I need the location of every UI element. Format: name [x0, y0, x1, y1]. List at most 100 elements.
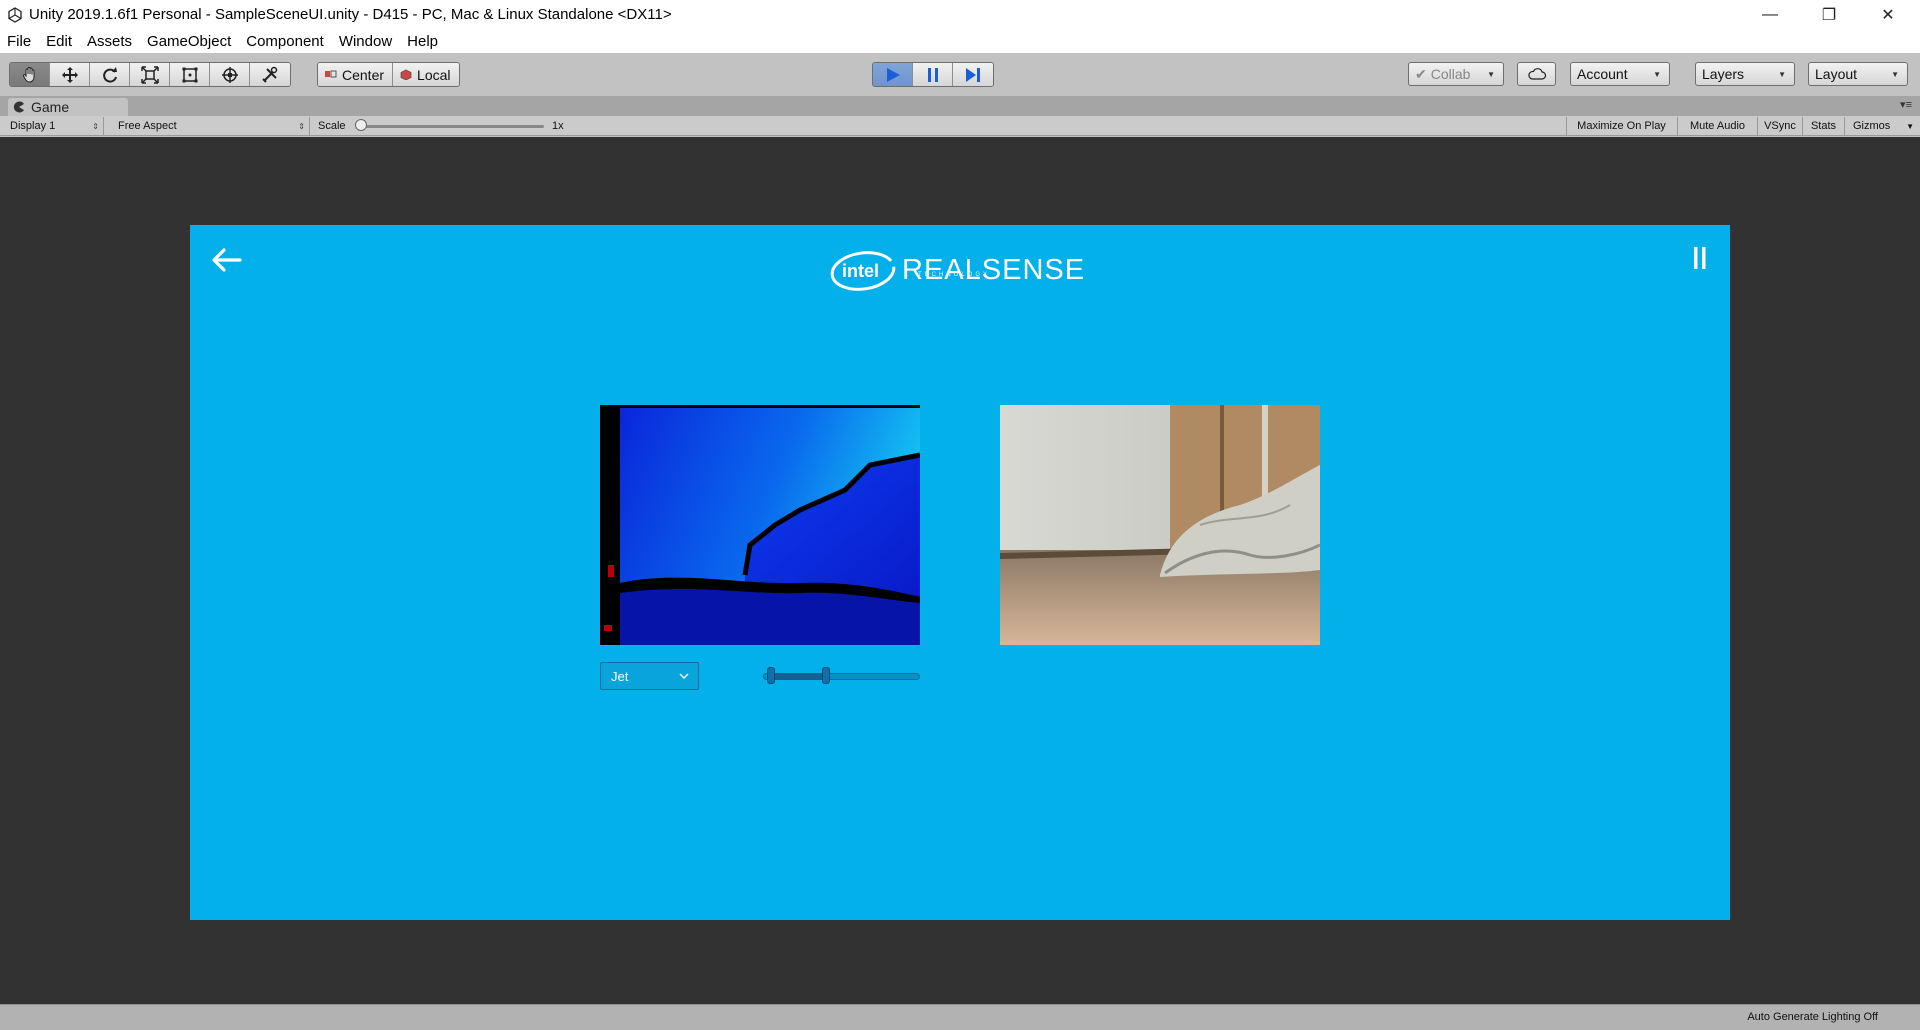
color-stream-view [1000, 405, 1320, 645]
vsync-toggle[interactable]: VSync [1757, 117, 1802, 135]
layers-label: Layers [1702, 66, 1745, 82]
transform-icon [221, 66, 238, 83]
move-tool-button[interactable] [50, 63, 90, 86]
restore-icon: ❐ [1821, 6, 1837, 24]
rotate-tool-button[interactable] [90, 63, 130, 86]
close-button[interactable]: ✕ [1860, 0, 1916, 29]
depth-image [600, 405, 920, 645]
colormap-dropdown[interactable]: Jet [600, 662, 699, 690]
brand-name: REALSENSE [902, 253, 1086, 286]
scale-label: Scale [318, 120, 346, 132]
account-dropdown[interactable]: Account ▼ [1570, 62, 1670, 86]
collab-check-icon: ✔ [1415, 65, 1427, 82]
display-dropdown[interactable]: Display 1 ⇕ [4, 117, 104, 135]
depth-range-max-handle[interactable] [821, 667, 830, 684]
layers-dropdown[interactable]: Layers ▼ [1695, 62, 1795, 86]
depth-range-min-handle[interactable] [766, 667, 775, 684]
aspect-label: Free Aspect [118, 120, 177, 132]
custom-tool-button[interactable] [250, 63, 290, 86]
stats-toggle[interactable]: Stats [1802, 117, 1844, 135]
collab-dropdown[interactable]: ✔ Collab ▼ [1408, 62, 1504, 86]
minimize-button[interactable]: — [1742, 0, 1798, 29]
chevron-down-icon: ▼ [1487, 69, 1495, 79]
rotate-icon [102, 66, 117, 83]
mute-audio-label: Mute Audio [1689, 120, 1746, 132]
hand-tool-button[interactable] [10, 63, 50, 86]
updown-arrow-icon: ⇕ [92, 121, 99, 131]
pivot-local-button[interactable]: Local [393, 63, 459, 86]
maximize-on-play-label: Maximize On Play [1577, 120, 1666, 132]
cloud-button[interactable] [1517, 62, 1556, 86]
game-view: intel REALSENSE TECHNOLOGY Jet [0, 137, 1920, 1004]
vsync-label: VSync [1764, 120, 1796, 132]
chevron-down-icon: ▼ [1906, 121, 1914, 131]
chevron-down-icon: ▼ [1778, 69, 1786, 79]
tab-game-label: Game [31, 99, 70, 115]
tools-icon [262, 66, 278, 83]
display-label: Display 1 [10, 120, 56, 132]
menu-file[interactable]: File [6, 33, 32, 50]
status-text: Auto Generate Lighting Off [1747, 1011, 1878, 1023]
step-button[interactable] [953, 63, 993, 86]
tab-game[interactable]: Game [8, 98, 128, 116]
play-button[interactable] [873, 63, 913, 86]
tab-menu-icon[interactable]: ▾≡ [1900, 98, 1912, 111]
pivot-center-label: Center [342, 66, 385, 83]
pause-button[interactable] [913, 63, 953, 86]
scale-value: 1x [552, 120, 564, 132]
pivot-toggles: Center Local [317, 62, 460, 87]
minimize-icon: — [1762, 5, 1778, 23]
scale-slider-track[interactable] [358, 125, 544, 128]
play-icon [886, 67, 900, 82]
pivot-local-label: Local [417, 66, 451, 83]
layout-label: Layout [1815, 66, 1858, 82]
game-pacman-icon [13, 101, 24, 113]
intel-text: intel [842, 261, 879, 281]
realsense-logo: intel REALSENSE TECHNOLOGY [830, 245, 1130, 295]
menu-component[interactable]: Component [245, 33, 325, 50]
depth-stream-view [600, 405, 920, 645]
stats-label: Stats [1810, 120, 1837, 132]
scale-tool-button[interactable] [130, 63, 170, 86]
menu-gameobject[interactable]: GameObject [146, 33, 232, 50]
updown-arrow-icon: ⇕ [298, 121, 305, 131]
layout-dropdown[interactable]: Layout ▼ [1808, 62, 1908, 86]
rect-tool-button[interactable] [170, 63, 210, 86]
hand-icon [22, 66, 34, 83]
transform-tools [9, 62, 291, 87]
cloud-icon [1527, 68, 1546, 80]
local-cube-icon [400, 69, 412, 80]
brand-sub: TECHNOLOGY [918, 272, 991, 278]
colormap-value: Jet [611, 668, 629, 684]
title-bar: Unity 2019.1.6f1 Personal - SampleSceneU… [0, 0, 1920, 29]
pause-icon [927, 67, 938, 82]
menu-window[interactable]: Window [338, 33, 393, 50]
mute-audio-toggle[interactable]: Mute Audio [1677, 117, 1757, 135]
game-canvas: intel REALSENSE TECHNOLOGY Jet [190, 225, 1730, 920]
transform-tool-button[interactable] [210, 63, 250, 86]
scale-slider-thumb[interactable] [355, 119, 367, 131]
step-icon [966, 67, 980, 82]
chevron-down-icon: ▼ [1653, 69, 1661, 79]
chevron-down-icon [679, 673, 689, 679]
restore-button[interactable]: ❐ [1801, 0, 1857, 29]
maximize-on-play-toggle[interactable]: Maximize On Play [1566, 117, 1676, 135]
back-arrow-icon[interactable] [210, 245, 244, 275]
pause-icon[interactable] [1693, 247, 1707, 269]
gizmos-toggle[interactable]: Gizmos ▼ [1844, 117, 1920, 135]
color-image [1000, 405, 1320, 645]
game-view-controls: Display 1 ⇕ Free Aspect ⇕ Scale 1x Maxim… [0, 116, 1920, 136]
gizmos-label: Gizmos [1853, 120, 1891, 132]
aspect-dropdown[interactable]: Free Aspect ⇕ [112, 117, 310, 135]
close-icon: ✕ [1881, 6, 1895, 24]
unity-logo-icon [8, 6, 22, 23]
intel-logo-icon: intel [830, 251, 896, 291]
pivot-center-button[interactable]: Center [318, 63, 394, 86]
menu-bar: File Edit Assets GameObject Component Wi… [0, 29, 1920, 53]
game-tab-bar: Game ▾≡ [0, 96, 1920, 116]
menu-help[interactable]: Help [406, 33, 439, 50]
menu-edit[interactable]: Edit [45, 33, 73, 50]
depth-range-slider-fill [770, 673, 826, 680]
chevron-down-icon: ▼ [1891, 69, 1899, 79]
menu-assets[interactable]: Assets [86, 33, 133, 50]
